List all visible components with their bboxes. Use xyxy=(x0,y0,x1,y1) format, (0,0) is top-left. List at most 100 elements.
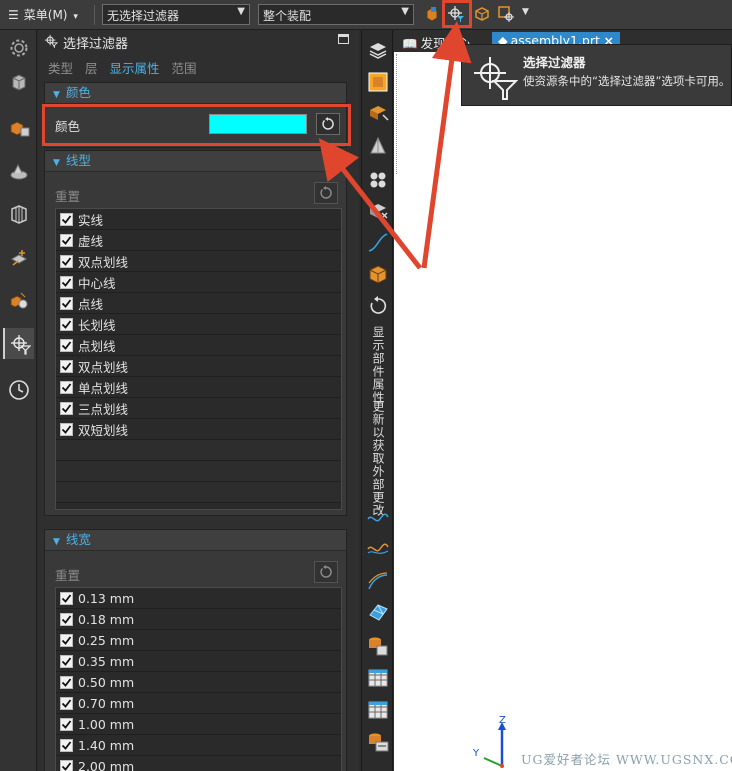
sheet-body-icon[interactable] xyxy=(366,100,390,124)
tab-type[interactable]: 类型 xyxy=(48,61,73,76)
wave-curve-alt-icon[interactable] xyxy=(366,536,390,560)
curve-icon[interactable] xyxy=(366,230,390,254)
selection-filter-icon[interactable] xyxy=(3,328,34,359)
database-icon[interactable] xyxy=(366,634,390,658)
checkbox[interactable] xyxy=(60,591,73,605)
layer-settings-icon[interactable] xyxy=(366,38,390,62)
constraint-navigator-icon[interactable] xyxy=(3,112,34,143)
list-item[interactable]: 0.50 mm xyxy=(56,672,341,693)
checkbox[interactable] xyxy=(60,359,73,373)
checkbox[interactable] xyxy=(60,401,73,415)
checkbox[interactable] xyxy=(60,759,73,771)
list-item-label: 点线 xyxy=(78,296,104,312)
checkbox[interactable] xyxy=(60,675,73,689)
list-item[interactable]: 实线 xyxy=(56,209,341,230)
filter-tabs: 类型 层 显示属性 范围 xyxy=(48,58,205,77)
checkbox[interactable] xyxy=(60,380,73,394)
list-item-label: 0.25 mm xyxy=(78,632,135,648)
list-item[interactable]: 双点划线 xyxy=(56,356,341,377)
checkbox[interactable] xyxy=(60,317,73,331)
list-item[interactable]: 0.18 mm xyxy=(56,609,341,630)
list-item[interactable]: 双点划线 xyxy=(56,251,341,272)
list-item[interactable]: 1.00 mm xyxy=(56,714,341,735)
snap-point-icon[interactable] xyxy=(496,4,516,24)
selection-scope-dropdown[interactable]: 整个装配 ▼ xyxy=(258,4,414,25)
list-item-label: 0.50 mm xyxy=(78,674,135,690)
reuse-library-icon[interactable] xyxy=(3,198,34,229)
list-item[interactable]: 1.40 mm xyxy=(56,735,341,756)
checkbox[interactable] xyxy=(60,612,73,626)
list-item-label: 实线 xyxy=(78,212,104,228)
face-icon[interactable] xyxy=(366,134,390,158)
roles-icon[interactable] xyxy=(3,284,34,315)
list-item[interactable]: 虚线 xyxy=(56,230,341,251)
list-item[interactable]: 长划线 xyxy=(56,314,341,335)
wave-curve-icon[interactable] xyxy=(366,506,390,530)
box-select-icon[interactable] xyxy=(472,4,492,24)
list-item[interactable]: 中心线 xyxy=(56,272,341,293)
display-part-properties-text[interactable]: 显示部件属性 xyxy=(370,326,387,404)
component-filter-icon[interactable] xyxy=(422,4,442,24)
feature-group-icon[interactable] xyxy=(366,166,390,190)
part-navigator-icon[interactable] xyxy=(3,156,34,187)
linetype-group-header[interactable]: ▼ 线型 xyxy=(45,151,346,172)
checkbox[interactable] xyxy=(60,275,73,289)
list-item[interactable]: 点划线 xyxy=(56,335,341,356)
panel-title: 选择过滤器 xyxy=(63,37,129,52)
linewidth-group-header[interactable]: ▼ 线宽 xyxy=(45,530,346,551)
list-item-label: 单点划线 xyxy=(78,380,129,396)
linetype-reset-button[interactable] xyxy=(314,182,338,204)
y-axis-label: Y xyxy=(472,748,480,759)
list-item[interactable]: 0.35 mm xyxy=(56,651,341,672)
list-item-label: 双短划线 xyxy=(78,422,129,438)
list-item[interactable]: 0.70 mm xyxy=(56,693,341,714)
checkbox[interactable] xyxy=(60,212,73,226)
checkbox[interactable] xyxy=(60,254,73,268)
list-item[interactable]: 2.00 mm xyxy=(56,756,341,771)
checkbox[interactable] xyxy=(60,338,73,352)
tab-display-properties[interactable]: 显示属性 xyxy=(110,61,160,76)
linetype-group-title: 线型 xyxy=(65,153,91,168)
hd3d-tools-icon[interactable] xyxy=(3,242,34,273)
checkbox[interactable] xyxy=(60,717,73,731)
list-item[interactable]: 0.13 mm xyxy=(56,588,341,609)
selection-filter-dropdown[interactable]: 无选择过滤器 ▼ xyxy=(102,4,250,25)
selection-scope-value: 整个装配 xyxy=(263,9,312,23)
checkbox[interactable] xyxy=(60,696,73,710)
tooltip: 选择过滤器 使资源条中的“选择过滤器”选项卡可用。 xyxy=(461,44,732,106)
table-alt-icon[interactable] xyxy=(366,698,390,722)
list-item[interactable]: 点线 xyxy=(56,293,341,314)
checkbox[interactable] xyxy=(60,233,73,247)
list-item[interactable]: 双短划线 xyxy=(56,419,341,440)
checkbox[interactable] xyxy=(60,296,73,310)
solid-body-icon[interactable] xyxy=(366,70,390,94)
color-group-header[interactable]: ▼ 颜色 xyxy=(45,83,346,104)
empty-row xyxy=(56,440,341,461)
linewidth-reset-button[interactable] xyxy=(314,561,338,583)
list-item[interactable]: 三点划线 xyxy=(56,398,341,419)
export-data-icon[interactable] xyxy=(366,730,390,754)
graphics-window[interactable] xyxy=(394,52,732,771)
update-external-changes-text[interactable]: 更新以获取外部更改 xyxy=(370,400,387,517)
list-item[interactable]: 单点划线 xyxy=(56,377,341,398)
solid-feature-icon[interactable] xyxy=(366,198,390,222)
chevron-down-icon[interactable]: ▼ xyxy=(522,7,529,17)
component-icon[interactable] xyxy=(366,262,390,286)
checkbox[interactable] xyxy=(60,654,73,668)
mesh-surface-icon[interactable] xyxy=(366,600,390,624)
refresh-icon[interactable] xyxy=(366,294,390,318)
checkbox[interactable] xyxy=(60,422,73,436)
list-item[interactable]: 0.25 mm xyxy=(56,630,341,651)
surface-icon[interactable] xyxy=(366,570,390,594)
menu-button[interactable]: ☰ 菜单(M) ▾ xyxy=(8,6,78,23)
tab-scope[interactable]: 范围 xyxy=(172,61,197,76)
maximize-icon[interactable] xyxy=(338,34,349,44)
tab-layer[interactable]: 层 xyxy=(85,61,98,76)
checkbox[interactable] xyxy=(60,633,73,647)
checkbox[interactable] xyxy=(60,738,73,752)
history-clock-icon[interactable] xyxy=(3,374,34,405)
panel-header: 选择过滤器 xyxy=(44,33,128,52)
table-icon[interactable] xyxy=(366,666,390,690)
assembly-navigator-icon[interactable] xyxy=(3,66,34,97)
settings-icon[interactable] xyxy=(3,32,34,63)
